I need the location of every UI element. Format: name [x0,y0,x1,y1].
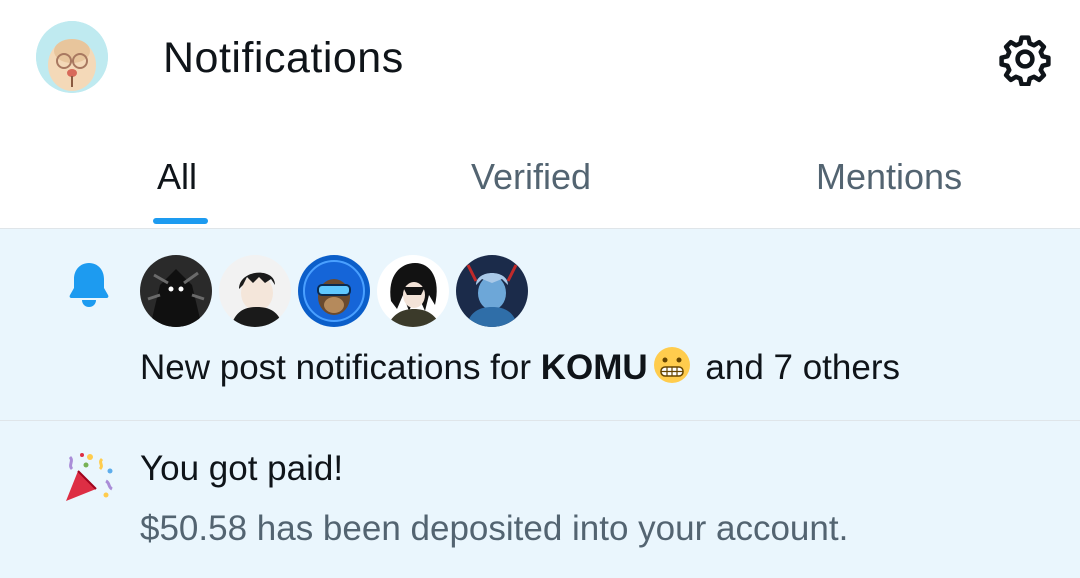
user-avatar-2[interactable] [219,255,291,327]
tab-mentions[interactable]: Mentions [720,140,1080,228]
profile-avatar[interactable] [36,21,108,93]
notification-subtitle: $50.58 has been deposited into your acco… [140,509,849,548]
gear-icon [999,35,1051,87]
notification-item-payment[interactable]: You got paid! $50.58 has been deposited … [0,421,1080,578]
notification-item-new-posts[interactable]: New post notifications for KOMU and 7 ot… [0,229,1080,421]
notification-tabs: All Verified Mentions [0,140,1080,229]
tab-all[interactable]: All [0,140,360,228]
party-popper-icon [66,453,113,501]
page-title: Notifications [163,34,404,82]
notification-user-link[interactable]: KOMU [541,348,648,387]
user-avatar-1[interactable] [140,255,212,327]
top-app-bar: Notifications [0,0,1080,120]
user-avatar-4[interactable] [377,255,449,327]
user-avatar-5[interactable] [456,255,528,327]
notification-text-suffix: and 7 others [695,348,900,387]
tab-verified[interactable]: Verified [360,140,720,228]
grimacing-face-emoji [653,347,690,383]
new-post-notification-text: New post notifications for KOMU and 7 ot… [140,345,900,388]
tab-all-label: All [157,156,198,197]
tab-verified-label: Verified [471,156,592,197]
notification-title: You got paid! [140,449,344,488]
settings-button[interactable] [998,32,1052,87]
tab-mentions-label: Mentions [816,156,963,197]
notification-text-prefix: New post notifications for [140,348,541,387]
user-avatar-3[interactable] [298,255,370,327]
active-tab-indicator [153,218,208,224]
sloth-avatar-icon [36,21,108,93]
bell-icon [69,263,109,307]
